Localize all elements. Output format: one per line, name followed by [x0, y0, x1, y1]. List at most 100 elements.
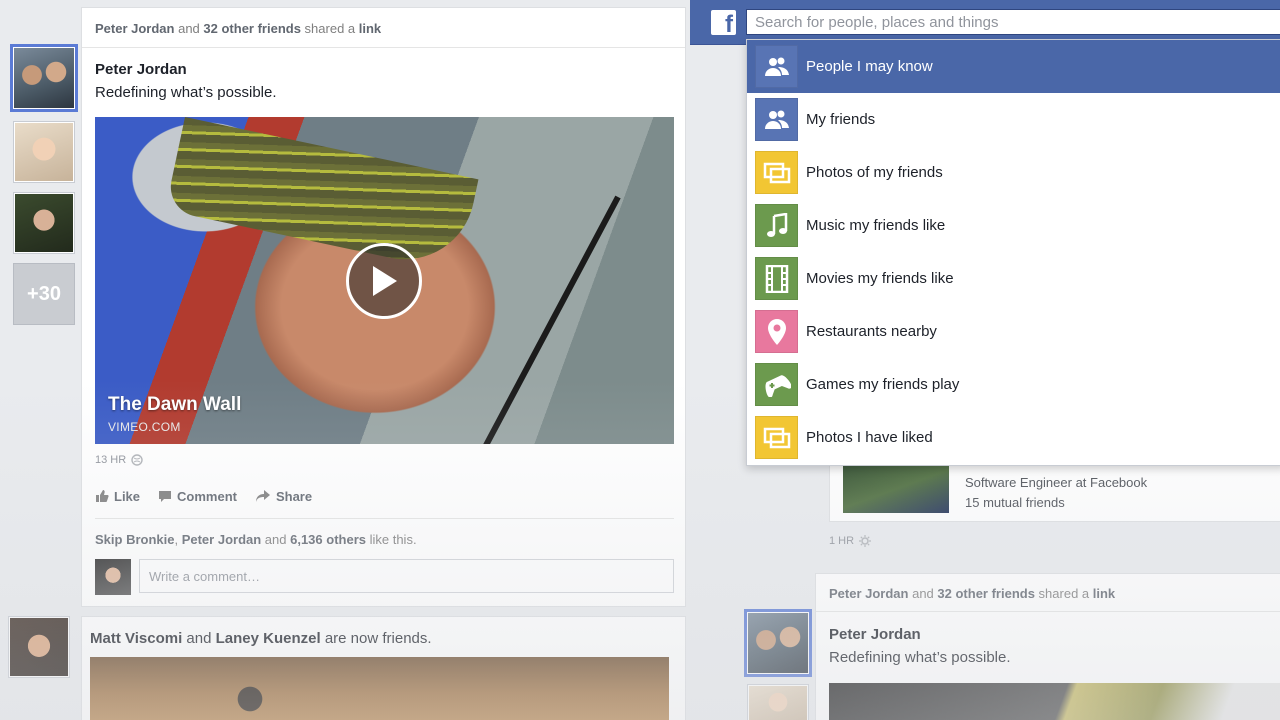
comment-input[interactable]: Write a comment… [139, 559, 674, 593]
post-timestamp: 1 HR [829, 535, 872, 547]
share-arrow-icon [255, 490, 270, 502]
gear-icon [859, 535, 872, 547]
object-link[interactable]: link [1093, 586, 1115, 601]
avatar [748, 613, 808, 673]
story-actions: Like Comment Share [95, 486, 674, 519]
video-title[interactable]: The Dawn Wall [108, 394, 241, 416]
likes-text: , [174, 532, 182, 547]
header-text: shared a [300, 21, 359, 36]
play-icon [373, 266, 397, 296]
suggestion-item[interactable]: Photos I have liked [747, 411, 1280, 464]
likes-text: and [261, 532, 291, 547]
play-button[interactable] [346, 243, 422, 319]
comment-icon [159, 491, 172, 502]
friend-avatar[interactable] [744, 609, 812, 677]
video-preview[interactable]: The Dawn Wall VIMEO.COM [95, 117, 674, 444]
friend-avatar[interactable] [13, 121, 75, 183]
post-author[interactable]: Peter Jordan [82, 48, 685, 78]
globe-icon [131, 454, 143, 466]
map-pin-icon [755, 310, 798, 353]
post-text: Redefining what’s possible. [95, 84, 277, 101]
comment-label: Comment [177, 488, 237, 504]
share-label: Share [275, 488, 313, 504]
music-icon [755, 204, 798, 247]
headline-text: and [182, 630, 216, 647]
suggestion-label: Photos of my friends [806, 164, 943, 181]
avatar [95, 559, 131, 595]
photos-icon [755, 416, 798, 459]
feed-story: Peter Jordan and 32 other friends shared… [815, 573, 1280, 720]
suggestion-item[interactable]: Photos of my friends [747, 146, 1280, 199]
friend-link[interactable]: Matt Viscomi [90, 630, 182, 647]
suggestion-label: Restaurants nearby [806, 323, 937, 340]
suggestion-item[interactable]: My friends [747, 93, 1280, 146]
like-button[interactable]: Like [95, 486, 140, 506]
search-suggestions: People I may know My friends Photos of my … [746, 39, 1280, 466]
suggestion-item[interactable]: Games my friends play [747, 358, 1280, 411]
comment-button[interactable]: Comment [158, 486, 237, 506]
page: +30 Peter Jordan and 32 other friends sh… [0, 0, 1280, 720]
film-icon [755, 257, 798, 300]
shared-by-friends-list: +30 [10, 44, 78, 325]
suggestion-item[interactable]: Movies my friends like [747, 252, 1280, 305]
post-text: Redefining what’s possible. [829, 649, 1011, 666]
header-text: and [174, 21, 204, 36]
photo-detail [215, 671, 285, 720]
friend-avatar[interactable] [8, 616, 70, 678]
story-header: Peter Jordan and 32 other friends shared… [816, 574, 1280, 612]
others-link[interactable]: 32 other friends [937, 586, 1035, 601]
gamepad-icon [755, 363, 798, 406]
comment-composer: Write a comment… [95, 559, 674, 595]
likes-summary: Skip Bronkie, Peter Jordan and 6,136 oth… [95, 532, 417, 547]
thumbs-up-icon [96, 490, 109, 502]
avatar [10, 618, 68, 676]
suggestion-item[interactable]: People I may know [747, 40, 1280, 93]
photos-icon [755, 151, 798, 194]
video-frame-detail [165, 117, 479, 273]
post-timestamp: 13 HR [95, 454, 143, 466]
people-icon [755, 98, 798, 141]
feed-story: Matt Viscomi and Laney Kuenzel are now f… [81, 616, 686, 720]
friend-avatar[interactable] [13, 192, 75, 254]
avatar [14, 48, 74, 108]
object-link[interactable]: link [359, 21, 381, 36]
post-author[interactable]: Peter Jordan [816, 612, 1280, 643]
timestamp[interactable]: 13 HR [95, 454, 126, 466]
suggestion-item[interactable]: Restaurants nearby [747, 305, 1280, 358]
likes-count-link[interactable]: 6,136 others [290, 532, 366, 547]
friend-link[interactable]: Laney Kuenzel [216, 630, 321, 647]
mutual-friends[interactable]: 15 mutual friends [965, 495, 1065, 510]
search-input[interactable]: Search for people, places and things [746, 9, 1280, 35]
profile-detail: Software Engineer at Facebook [965, 475, 1148, 490]
timestamp[interactable]: 1 HR [829, 535, 854, 547]
suggestion-label: Movies my friends like [806, 270, 954, 287]
friend-avatar[interactable] [10, 44, 78, 112]
actor-link[interactable]: Peter Jordan [95, 21, 174, 36]
story-photo[interactable] [90, 657, 669, 720]
suggestion-label: People I may know [806, 58, 933, 75]
header-text: and [908, 586, 938, 601]
suggestion-label: My friends [806, 111, 876, 128]
story-photo[interactable] [843, 465, 949, 513]
video-frame-detail [474, 195, 621, 444]
facebook-logo-icon[interactable]: f [711, 10, 736, 35]
suggestion-item[interactable]: Music my friends like [747, 199, 1280, 252]
story-headline: Matt Viscomi and Laney Kuenzel are now f… [82, 617, 685, 647]
liker-link[interactable]: Skip Bronkie [95, 532, 174, 547]
actor-link[interactable]: Peter Jordan [829, 586, 908, 601]
story-header: Peter Jordan and 32 other friends shared… [82, 8, 685, 48]
liker-link[interactable]: Peter Jordan [182, 532, 261, 547]
share-button[interactable]: Share [255, 486, 312, 506]
like-label: Like [114, 488, 141, 504]
suggestion-label: Games my friends play [806, 376, 960, 393]
likes-text: like this. [365, 532, 417, 547]
header-text: shared a [1034, 586, 1093, 601]
headline-text: are now friends. [320, 630, 432, 647]
others-link[interactable]: 32 other friends [203, 21, 301, 36]
more-friends-button[interactable]: +30 [13, 263, 75, 325]
avatar [15, 194, 73, 252]
suggestion-label: Photos I have liked [806, 429, 933, 446]
friend-avatar[interactable] [747, 684, 809, 720]
people-icon [755, 45, 798, 88]
video-preview[interactable] [829, 683, 1280, 720]
